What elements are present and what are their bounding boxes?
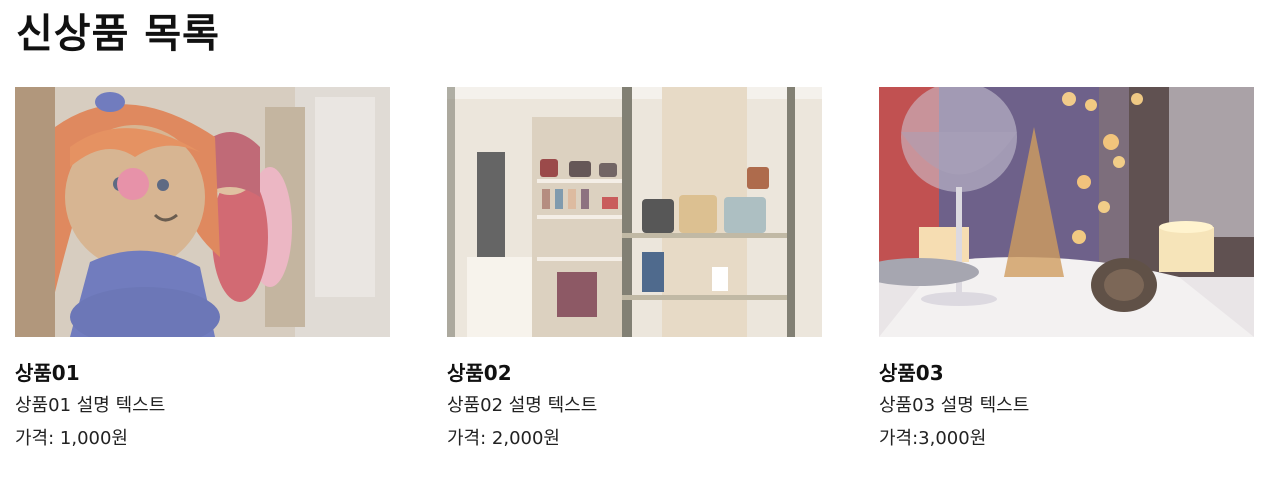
product-image[interactable] (15, 87, 390, 337)
product-description: 상품02 설명 텍스트 (447, 395, 598, 416)
product-price: 가격: 2,000원 (447, 428, 560, 449)
product-image[interactable] (879, 87, 1254, 337)
product-card[interactable]: 상품02 상품02 설명 텍스트 가격: 2,000원 (447, 87, 822, 449)
product-card[interactable]: 상품01 상품01 설명 텍스트 가격: 1,000원 (15, 87, 390, 449)
product-name[interactable]: 상품02 (447, 359, 512, 387)
page-title: 신상품 목록 (16, 11, 220, 57)
product-description: 상품03 설명 텍스트 (879, 395, 1030, 416)
product-price: 가격:3,000원 (879, 428, 987, 449)
product-card[interactable]: 상품03 상품03 설명 텍스트 가격:3,000원 (879, 87, 1254, 449)
product-name[interactable]: 상품01 (15, 359, 80, 387)
product-image[interactable] (447, 87, 822, 337)
product-name[interactable]: 상품03 (879, 359, 944, 387)
product-price: 가격: 1,000원 (15, 428, 128, 449)
product-description: 상품01 설명 텍스트 (15, 395, 166, 416)
